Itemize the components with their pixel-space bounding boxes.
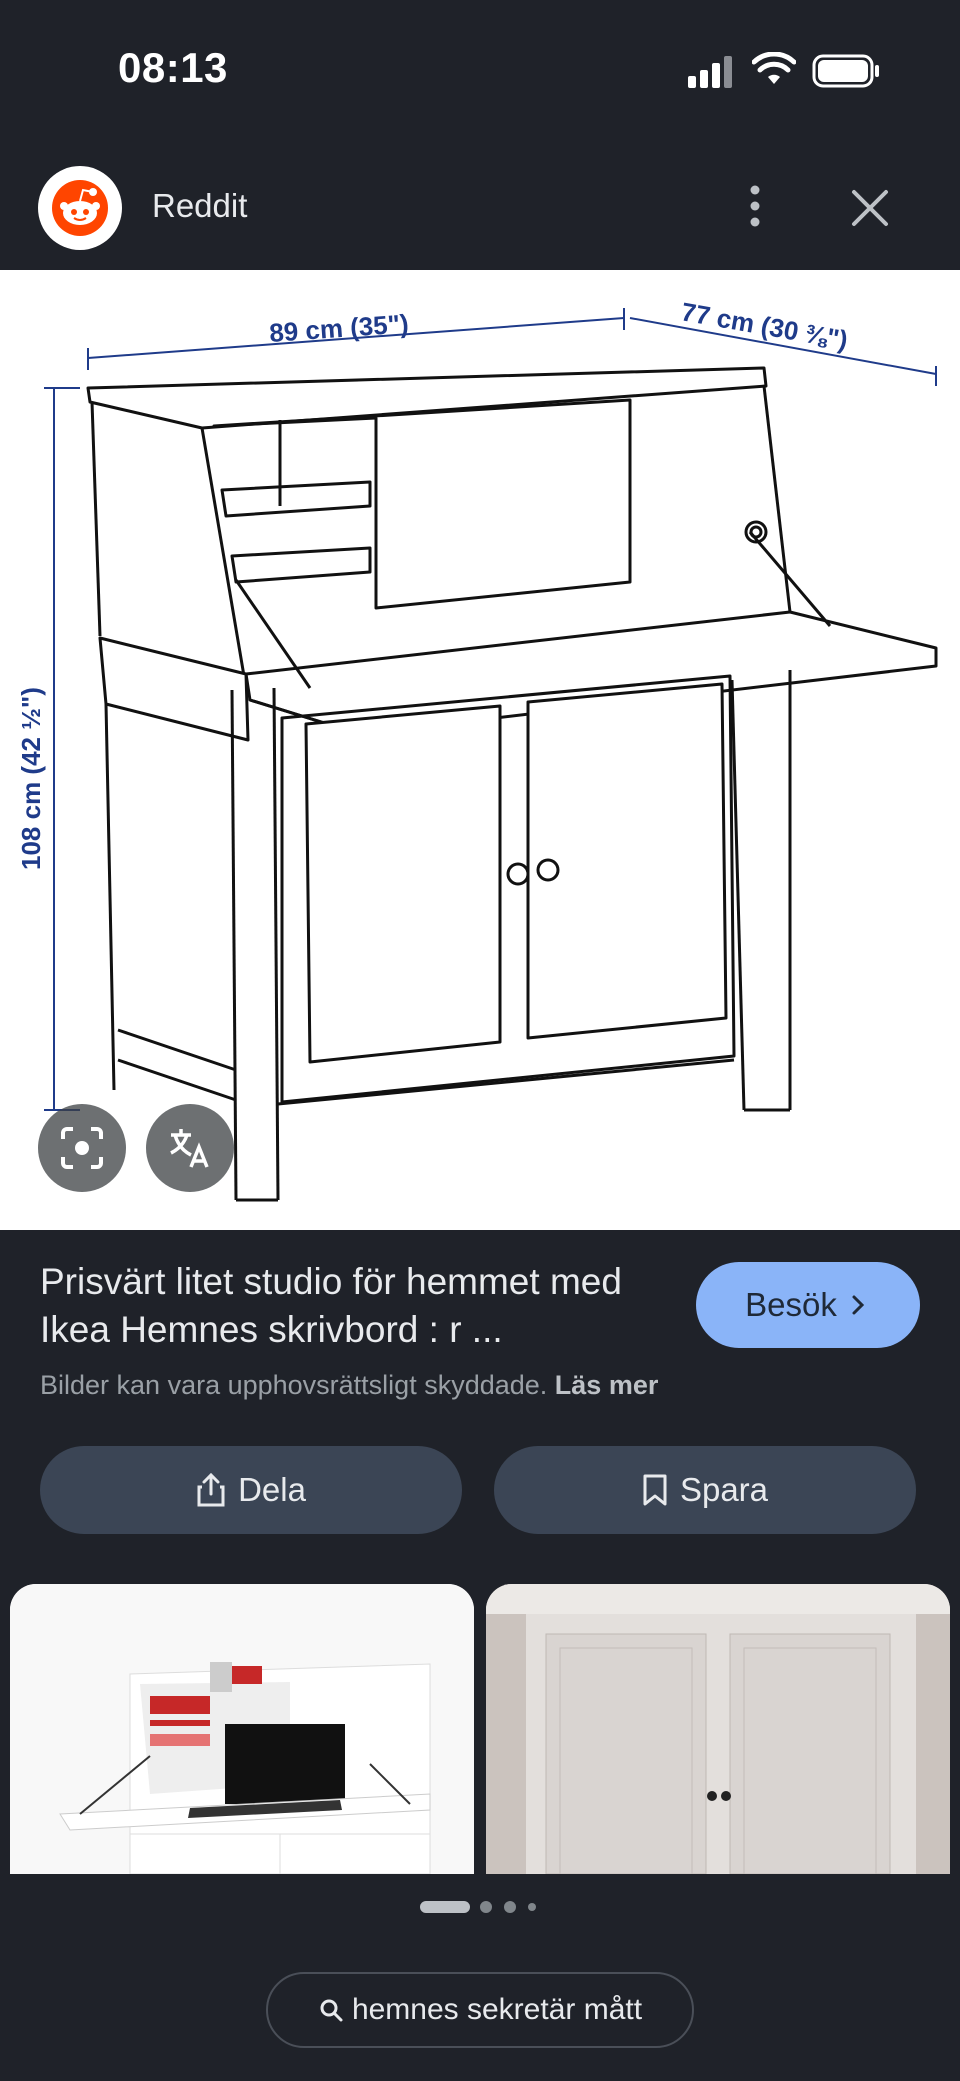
page-dot-active bbox=[420, 1901, 470, 1913]
translate-icon bbox=[170, 1129, 209, 1168]
search-chip[interactable]: hemnes sekretär mått bbox=[266, 1972, 694, 2048]
read-more-link[interactable]: Läs mer bbox=[555, 1370, 659, 1400]
bookmark-icon bbox=[643, 1474, 667, 1506]
desk-drawing: 89 cm (35") 77 cm (30 ⅜") 108 cm (42 ½") bbox=[16, 296, 938, 1202]
lens-button[interactable] bbox=[38, 1104, 126, 1192]
result-title[interactable]: Prisvärt litet studio för hemmet med Ike… bbox=[40, 1258, 670, 1354]
chevron-right-icon bbox=[852, 1295, 864, 1315]
search-query: hemnes sekretär mått bbox=[351, 1993, 643, 2026]
page-dot bbox=[480, 1901, 492, 1913]
share-icon bbox=[197, 1472, 225, 1507]
save-button[interactable]: Spara bbox=[494, 1446, 916, 1534]
battery-icon bbox=[812, 54, 879, 88]
search-icon bbox=[320, 1999, 343, 2022]
wifi-icon bbox=[752, 52, 796, 84]
more-vert-icon[interactable] bbox=[738, 184, 772, 228]
dimension-width: 89 cm (35") bbox=[268, 308, 409, 348]
close-icon[interactable] bbox=[848, 186, 892, 230]
white-desk-thumbnail bbox=[10, 1584, 474, 1874]
signal-icon bbox=[688, 56, 732, 88]
dimension-depth: 77 cm (30 ⅜") bbox=[679, 296, 850, 355]
page-dot bbox=[504, 1901, 516, 1913]
share-label: Dela bbox=[238, 1471, 306, 1508]
related-image-2[interactable] bbox=[486, 1584, 950, 1874]
visit-button[interactable]: Besök bbox=[696, 1262, 920, 1348]
status-time: 08:13 bbox=[118, 44, 228, 91]
translate-button[interactable] bbox=[146, 1104, 234, 1192]
dimension-height: 108 cm (42 ½") bbox=[16, 687, 46, 870]
pagination-dots bbox=[420, 1901, 536, 1913]
lens-icon bbox=[61, 1127, 103, 1169]
site-name[interactable]: Reddit bbox=[152, 187, 247, 225]
reddit-logo-icon[interactable] bbox=[38, 166, 122, 250]
main-image[interactable]: 89 cm (35") 77 cm (30 ⅜") 108 cm (42 ½") bbox=[0, 270, 960, 1230]
related-image-1[interactable] bbox=[10, 1584, 474, 1874]
save-label: Spara bbox=[679, 1471, 769, 1508]
wardrobe-thumbnail bbox=[486, 1584, 950, 1874]
visit-label: Besök bbox=[745, 1286, 837, 1323]
copyright-note: Bilder kan vara upphovsrättsligt skyddad… bbox=[40, 1370, 658, 1401]
share-button[interactable]: Dela bbox=[40, 1446, 462, 1534]
page-dot bbox=[528, 1903, 536, 1911]
copyright-text: Bilder kan vara upphovsrättsligt skyddad… bbox=[40, 1370, 548, 1400]
